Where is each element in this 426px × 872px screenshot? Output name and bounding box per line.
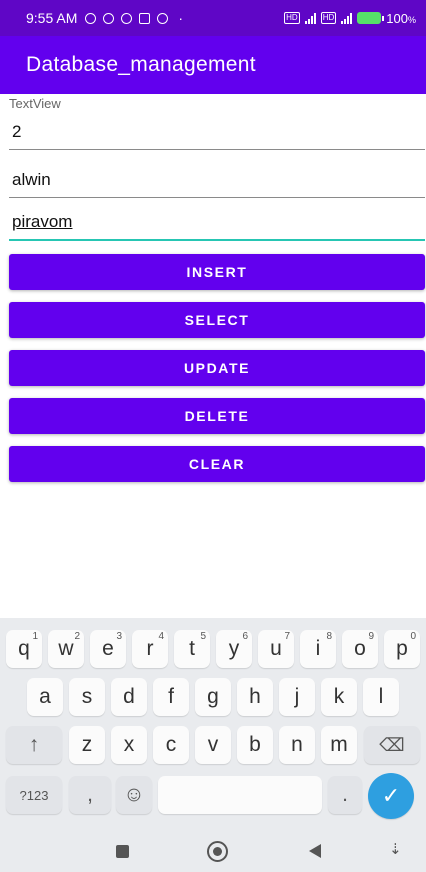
key-v[interactable]: v — [195, 726, 231, 764]
keyboard-hide-icon[interactable]: ⇣ — [389, 840, 402, 858]
select-button[interactable]: SELECT — [9, 302, 425, 338]
update-button[interactable]: UPDATE — [9, 350, 425, 386]
key-a[interactable]: a — [27, 678, 63, 716]
key-d[interactable]: d — [111, 678, 147, 716]
key-g[interactable]: g — [195, 678, 231, 716]
key-q[interactable]: q1 — [6, 630, 42, 668]
app-bar: Database_management — [0, 36, 426, 94]
key-b[interactable]: b — [237, 726, 273, 764]
enter-key[interactable]: ✓ — [368, 773, 414, 819]
symbols-key[interactable]: ?123 — [6, 776, 62, 814]
status-time: 9:55 AM — [26, 10, 78, 26]
key-h[interactable]: h — [237, 678, 273, 716]
battery-level: 100% — [386, 10, 416, 26]
comma-key[interactable]: , — [69, 776, 111, 814]
key-e[interactable]: e3 — [90, 630, 126, 668]
check-icon: ✓ — [381, 783, 401, 808]
soft-keyboard: q1 w2 e3 r4 t5 y6 u7 i8 o9 p0 a s d f g … — [0, 618, 426, 830]
recent-apps-icon[interactable] — [116, 845, 129, 858]
signal-icon — [304, 12, 316, 24]
id-field[interactable]: 2 — [9, 114, 425, 150]
app-title: Database_management — [26, 53, 256, 76]
key-j[interactable]: j — [279, 678, 315, 716]
key-m[interactable]: m — [321, 726, 357, 764]
key-i[interactable]: i8 — [300, 630, 336, 668]
name-field[interactable]: alwin — [9, 162, 425, 198]
status-bar: 9:55 AM · HD HD 100% — [0, 0, 426, 36]
hd-icon-2: HD — [320, 12, 337, 24]
battery-icon — [357, 12, 385, 24]
notification-icons — [85, 12, 169, 24]
key-r[interactable]: r4 — [132, 630, 168, 668]
key-u[interactable]: u7 — [258, 630, 294, 668]
mute-icon — [85, 12, 97, 24]
key-y[interactable]: y6 — [216, 630, 252, 668]
key-x[interactable]: x — [111, 726, 147, 764]
key-k[interactable]: k — [321, 678, 357, 716]
home-icon[interactable] — [207, 841, 228, 862]
key-l[interactable]: l — [363, 678, 399, 716]
shift-icon: ↑ — [28, 733, 40, 756]
system-icons: HD HD 100% — [284, 11, 416, 26]
key-s[interactable]: s — [69, 678, 105, 716]
emoji-icon: ☺ — [123, 783, 145, 806]
more-notifications-icon: · — [178, 10, 184, 26]
place-field[interactable]: piravom — [9, 205, 425, 241]
insert-button[interactable]: INSERT — [9, 254, 425, 290]
signal-icon-2 — [341, 12, 353, 24]
navigation-bar: ⇣ — [0, 830, 426, 872]
space-key[interactable] — [158, 776, 322, 814]
text-view-label: TextView — [9, 96, 61, 111]
back-icon[interactable] — [309, 844, 321, 858]
emoji-key[interactable]: ☺ — [116, 776, 152, 814]
backspace-icon: ⌫ — [379, 734, 405, 755]
trash-icon — [139, 12, 151, 24]
period-key[interactable]: . — [328, 776, 362, 814]
delete-button[interactable]: DELETE — [9, 398, 425, 434]
clear-button[interactable]: CLEAR — [9, 446, 425, 482]
hd-icon: HD — [284, 12, 300, 24]
key-t[interactable]: t5 — [174, 630, 210, 668]
sync-icon — [121, 12, 133, 24]
alarm-icon — [103, 12, 115, 24]
backspace-key[interactable]: ⌫ — [364, 726, 420, 764]
key-f[interactable]: f — [153, 678, 189, 716]
key-w[interactable]: w2 — [48, 630, 84, 668]
key-c[interactable]: c — [153, 726, 189, 764]
key-o[interactable]: o9 — [342, 630, 378, 668]
shift-key[interactable]: ↑ — [6, 726, 62, 764]
vpn-icon — [157, 12, 169, 24]
key-p[interactable]: p0 — [384, 630, 420, 668]
key-n[interactable]: n — [279, 726, 315, 764]
key-z[interactable]: z — [69, 726, 105, 764]
